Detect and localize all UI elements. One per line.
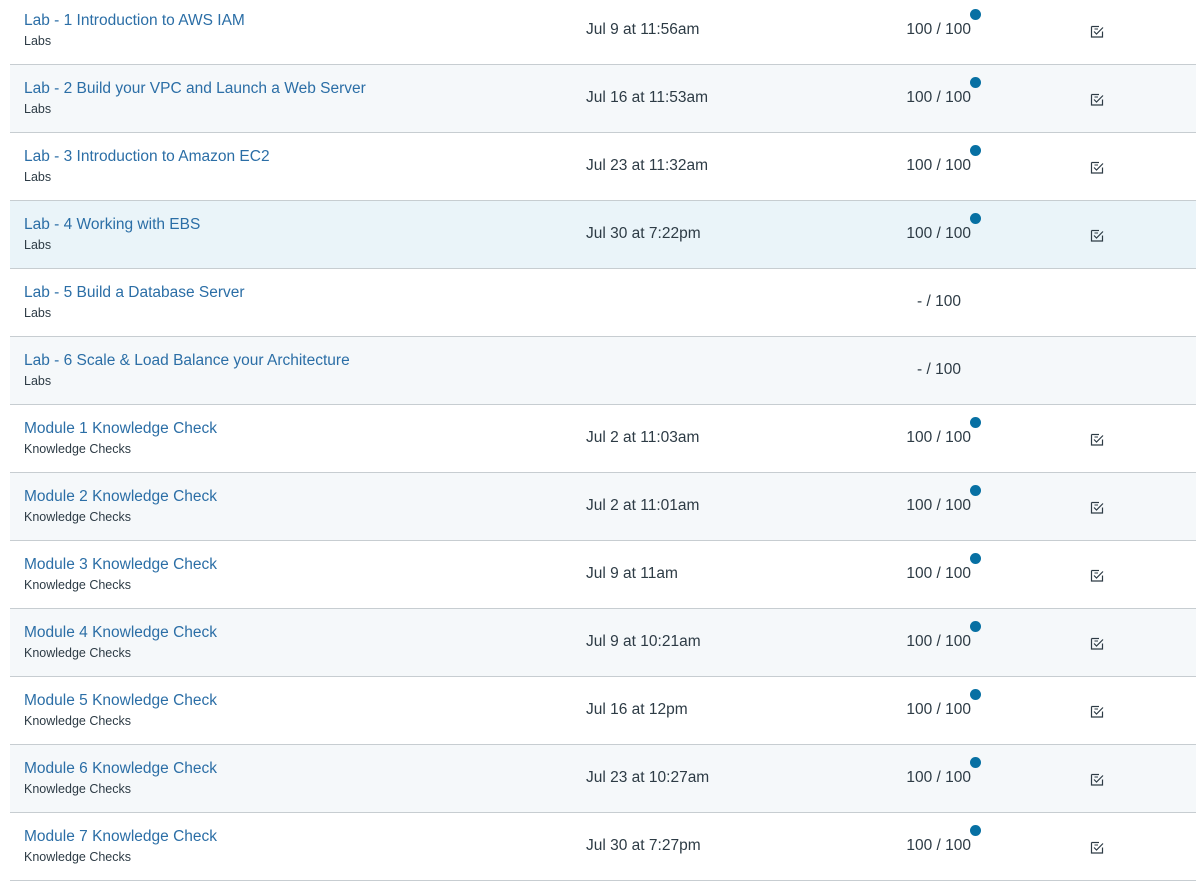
submitted-date: Jul 2 at 11:03am	[586, 429, 700, 446]
assignment-title-link[interactable]: Module 6 Knowledge Check	[24, 760, 217, 778]
score: - / 100	[917, 361, 961, 378]
grade-row: Module 6 Knowledge Check Knowledge Check…	[10, 745, 1196, 813]
submitted-date: Jul 9 at 11:56am	[586, 21, 700, 38]
rubric-icon[interactable]	[1089, 499, 1105, 515]
unread-indicator-dot	[970, 825, 981, 836]
assignment-category: Labs	[24, 170, 52, 184]
rubric-icon[interactable]	[1089, 567, 1105, 583]
rubric-icon[interactable]	[1089, 159, 1105, 175]
grade-row: Lab - 3 Introduction to Amazon EC2 Labs …	[10, 133, 1196, 201]
assignment-category: Labs	[24, 102, 52, 116]
assignment-category: Knowledge Checks	[24, 646, 132, 660]
submitted-date: Jul 16 at 12pm	[586, 701, 688, 718]
rubric-icon[interactable]	[1089, 91, 1105, 107]
score: 100 / 100	[906, 769, 971, 786]
rubric-icon-svg	[1090, 93, 1104, 106]
unread-indicator-dot	[970, 9, 981, 20]
rubric-icon-svg	[1090, 773, 1104, 786]
assignment-category: Labs	[24, 306, 52, 320]
submitted-date: Jul 30 at 7:27pm	[586, 837, 701, 854]
rubric-icon-svg	[1090, 229, 1104, 242]
score: 100 / 100	[906, 21, 971, 38]
score: 100 / 100	[906, 225, 971, 242]
submitted-date: Jul 30 at 7:22pm	[586, 225, 701, 242]
assignment-title-link[interactable]: Module 1 Knowledge Check	[24, 420, 217, 438]
score: 100 / 100	[906, 497, 971, 514]
submitted-date: Jul 23 at 11:32am	[586, 157, 709, 174]
submitted-date: Jul 9 at 11am	[586, 565, 678, 582]
score: 100 / 100	[906, 429, 971, 446]
assignment-title-link[interactable]: Module 3 Knowledge Check	[24, 556, 217, 574]
unread-indicator-dot	[970, 213, 981, 224]
unread-indicator-dot	[970, 757, 981, 768]
unread-indicator-dot	[970, 485, 981, 496]
rubric-icon-svg	[1090, 161, 1104, 174]
assignment-title-link[interactable]: Module 5 Knowledge Check	[24, 692, 217, 710]
submitted-date: Jul 16 at 11:53am	[586, 89, 709, 106]
grade-row: Lab - 4 Working with EBS Labs Jul 30 at …	[10, 201, 1196, 269]
rubric-icon[interactable]	[1089, 771, 1105, 787]
rubric-icon-svg	[1090, 569, 1104, 582]
unread-indicator-dot	[970, 145, 981, 156]
grade-row: Lab - 2 Build your VPC and Launch a Web …	[10, 65, 1196, 133]
rubric-icon-svg	[1090, 25, 1104, 38]
grades-list: Lab - 1 Introduction to AWS IAM Labs Jul…	[10, 0, 1196, 881]
rubric-icon[interactable]	[1089, 431, 1105, 447]
submitted-date: Jul 9 at 10:21am	[586, 633, 701, 650]
grade-row: Lab - 6 Scale & Load Balance your Archit…	[10, 337, 1196, 405]
assignment-title-link[interactable]: Lab - 5 Build a Database Server	[24, 284, 245, 302]
unread-indicator-dot	[970, 553, 981, 564]
assignment-title-link[interactable]: Module 4 Knowledge Check	[24, 624, 217, 642]
grade-row: Module 5 Knowledge Check Knowledge Check…	[10, 677, 1196, 745]
score: 100 / 100	[906, 701, 971, 718]
assignment-category: Knowledge Checks	[24, 578, 132, 592]
grade-row: Module 2 Knowledge Check Knowledge Check…	[10, 473, 1196, 541]
assignment-category: Labs	[24, 34, 52, 48]
score: 100 / 100	[906, 565, 971, 582]
rubric-icon-svg	[1090, 433, 1104, 446]
rubric-icon-svg	[1090, 501, 1104, 514]
assignment-category: Knowledge Checks	[24, 850, 132, 864]
grade-row: Lab - 5 Build a Database Server Labs - /…	[10, 269, 1196, 337]
rubric-icon-svg	[1090, 705, 1104, 718]
assignment-title-link[interactable]: Lab - 4 Working with EBS	[24, 216, 200, 234]
assignment-title-link[interactable]: Lab - 2 Build your VPC and Launch a Web …	[24, 80, 366, 98]
assignment-category: Labs	[24, 374, 52, 388]
unread-indicator-dot	[970, 689, 981, 700]
assignment-category: Knowledge Checks	[24, 442, 132, 456]
score: 100 / 100	[906, 89, 971, 106]
grade-row: Module 4 Knowledge Check Knowledge Check…	[10, 609, 1196, 677]
assignment-title-link[interactable]: Module 2 Knowledge Check	[24, 488, 217, 506]
grade-row: Module 1 Knowledge Check Knowledge Check…	[10, 405, 1196, 473]
assignment-title-link[interactable]: Lab - 3 Introduction to Amazon EC2	[24, 148, 270, 166]
assignment-title-link[interactable]: Module 7 Knowledge Check	[24, 828, 217, 846]
rubric-icon[interactable]	[1089, 23, 1105, 39]
assignment-title-link[interactable]: Lab - 1 Introduction to AWS IAM	[24, 12, 245, 30]
score: - / 100	[917, 293, 961, 310]
assignment-title-link[interactable]: Lab - 6 Scale & Load Balance your Archit…	[24, 352, 350, 370]
assignment-category: Labs	[24, 238, 52, 252]
grade-row: Module 7 Knowledge Check Knowledge Check…	[10, 813, 1196, 881]
unread-indicator-dot	[970, 621, 981, 632]
unread-indicator-dot	[970, 77, 981, 88]
submitted-date: Jul 23 at 10:27am	[586, 769, 710, 786]
grade-row: Lab - 1 Introduction to AWS IAM Labs Jul…	[10, 0, 1196, 65]
rubric-icon[interactable]	[1089, 635, 1105, 651]
assignment-category: Knowledge Checks	[24, 782, 132, 796]
assignment-category: Knowledge Checks	[24, 510, 132, 524]
submitted-date: Jul 2 at 11:01am	[586, 497, 700, 514]
rubric-icon[interactable]	[1089, 227, 1105, 243]
rubric-icon-svg	[1090, 637, 1104, 650]
grade-row: Module 3 Knowledge Check Knowledge Check…	[10, 541, 1196, 609]
rubric-icon[interactable]	[1089, 703, 1105, 719]
unread-indicator-dot	[970, 417, 981, 428]
score: 100 / 100	[906, 633, 971, 650]
assignment-category: Knowledge Checks	[24, 714, 132, 728]
rubric-icon-svg	[1090, 841, 1104, 854]
rubric-icon[interactable]	[1089, 839, 1105, 855]
score: 100 / 100	[906, 837, 971, 854]
score: 100 / 100	[906, 157, 971, 174]
